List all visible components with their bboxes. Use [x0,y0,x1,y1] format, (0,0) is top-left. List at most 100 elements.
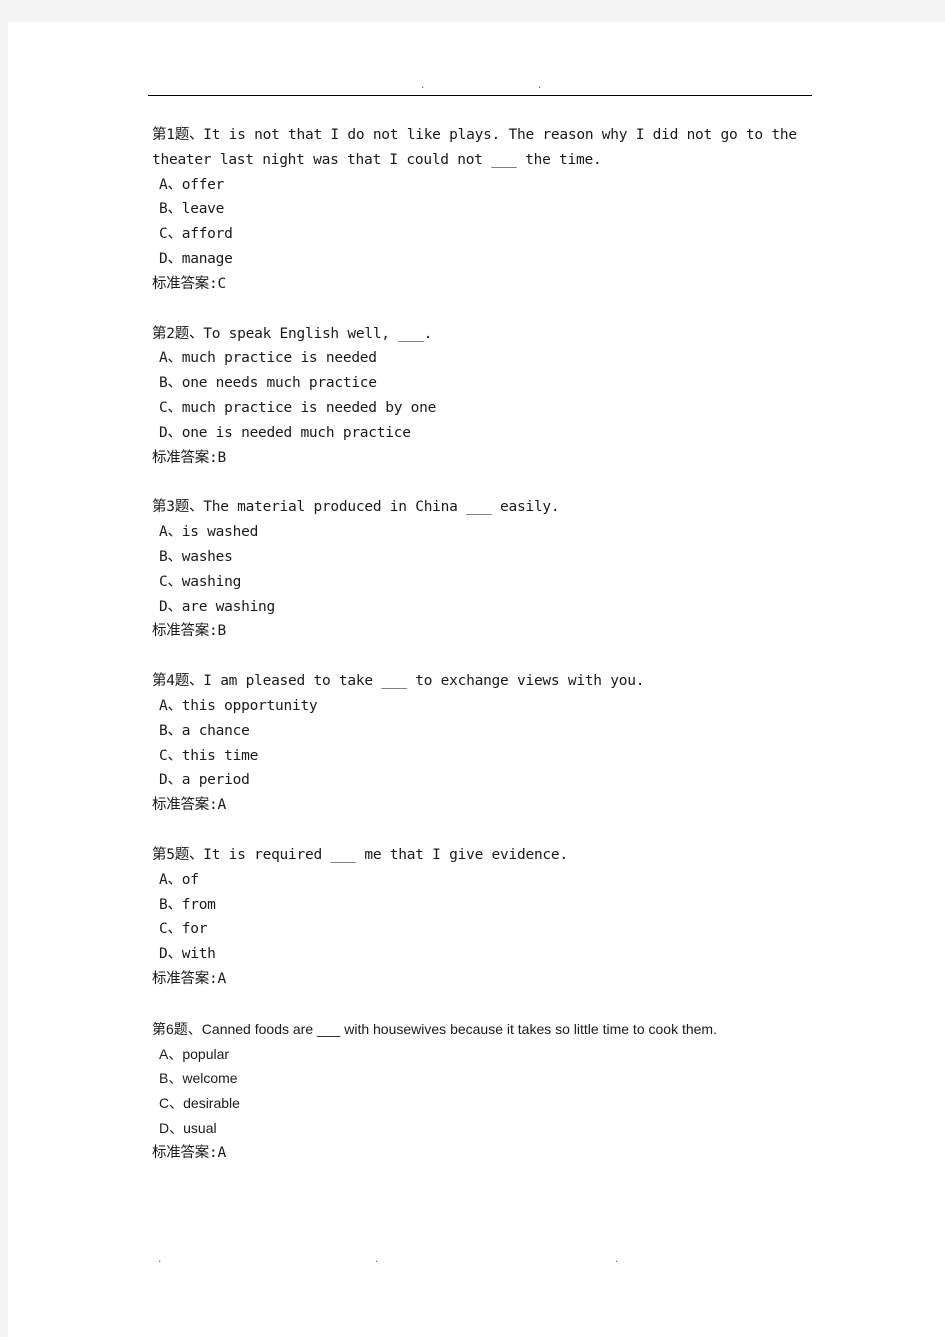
option-d: D、a period [152,768,814,793]
option-text: a chance [181,722,250,739]
option-text: one is needed much practice [181,424,411,441]
footer-mark: . [374,1255,380,1265]
option-letter: B、 [159,896,182,913]
option-b: B、welcome [152,1066,814,1091]
option-letter: A、 [159,1045,183,1062]
option-text: from [181,896,216,913]
option-text: welcome [182,1070,238,1087]
option-letter: B、 [159,722,182,739]
option-letter: A、 [159,524,182,541]
option-text: leave [181,201,225,218]
option-letter: D、 [159,250,182,267]
option-letter: A、 [159,176,182,193]
option-text: washing [181,573,242,590]
question-text: It is required ___ me that I give eviden… [203,846,568,863]
option-a: A、is washed [152,520,814,545]
option-letter: C、 [159,1095,184,1112]
option-text: this time [181,747,259,764]
option-d: D、manage [152,247,814,272]
question-number: 第5题、 [152,846,204,863]
question-text: The material produced in China ___ easil… [203,499,560,516]
option-a: A、much practice is needed [152,346,814,371]
option-text: washes [181,548,233,565]
question-stem: 第3题、The material produced in China ___ e… [152,495,814,520]
option-letter: C、 [159,747,182,764]
standard-answer: 标准答案:C [152,275,226,292]
option-b: B、leave [152,197,814,222]
header-rule [148,95,812,96]
option-b: B、a chance [152,719,814,744]
option-d: D、with [152,942,814,967]
question-text: Canned foods are ___ with housewives bec… [201,1020,717,1037]
option-letter: D、 [159,1119,184,1136]
option-text: afford [181,226,233,243]
header-mark: . [420,81,426,91]
standard-answer: 标准答案:A [152,970,226,987]
option-letter: C、 [159,573,182,590]
option-letter: C、 [159,921,182,938]
question-item: 第1题、It is not that I do not like plays. … [152,123,814,297]
question-item: 第6题、Canned foods are ___ with housewives… [152,1017,814,1166]
question-stem: 第2题、To speak English well, ___. [152,322,814,347]
question-item: 第4题、I am pleased to take ___ to exchange… [152,669,814,818]
question-stem: 第6题、Canned foods are ___ with housewives… [152,1017,814,1042]
option-letter: D、 [159,598,182,615]
option-text: much practice is needed by one [181,399,437,416]
option-a: A、offer [152,173,814,198]
option-text: a period [181,772,250,789]
option-c: C、desirable [152,1091,814,1116]
option-text: manage [181,250,233,267]
option-a: A、of [152,868,814,893]
option-text: offer [181,176,225,193]
standard-answer: 标准答案:A [152,797,226,814]
question-number: 第6题、 [152,1020,202,1037]
option-text: usual [183,1119,217,1136]
option-text: of [181,871,199,888]
question-text: It is not that I do not like plays. The … [152,127,797,168]
option-d: D、are washing [152,595,814,620]
standard-answer: 标准答案:B [152,449,226,466]
option-a: A、popular [152,1042,814,1067]
option-a: A、this opportunity [152,694,814,719]
option-letter: B、 [159,375,182,392]
option-letter: B、 [159,548,182,565]
option-text: with [181,946,216,963]
option-text: much practice is needed [181,350,377,367]
question-item: 第3题、The material produced in China ___ e… [152,495,814,644]
question-stem: 第4题、I am pleased to take ___ to exchange… [152,669,814,694]
option-c: C、for [152,917,814,942]
option-letter: C、 [159,399,182,416]
option-text: this opportunity [181,697,318,714]
question-stem: 第1题、It is not that I do not like plays. … [152,123,814,173]
option-letter: C、 [159,226,182,243]
option-d: D、usual [152,1116,814,1141]
option-text: is washed [181,524,259,541]
question-number: 第1题、 [152,127,204,143]
question-text: I am pleased to take ___ to exchange vie… [203,673,645,690]
option-b: B、one needs much practice [152,371,814,396]
question-stem: 第5题、It is required ___ me that I give ev… [152,843,814,868]
header-mark: . [537,81,543,91]
option-letter: A、 [159,350,182,367]
question-list: 第1题、It is not that I do not like plays. … [152,123,814,1190]
option-c: C、afford [152,222,814,247]
option-d: D、one is needed much practice [152,421,814,446]
option-letter: B、 [159,1070,183,1087]
option-c: C、washing [152,570,814,595]
option-letter: B、 [159,201,182,218]
option-text: one needs much practice [181,375,377,392]
option-b: B、washes [152,545,814,570]
option-letter: D、 [159,946,182,963]
option-c: C、much practice is needed by one [152,396,814,421]
option-letter: A、 [159,871,182,888]
standard-answer: 标准答案:A [152,1144,226,1161]
question-number: 第2题、 [152,325,204,342]
option-letter: D、 [159,424,182,441]
option-text: desirable [183,1095,240,1112]
standard-answer: 标准答案:B [152,623,226,640]
question-number: 第3题、 [152,499,204,516]
question-item: 第2题、To speak English well, ___. A、much p… [152,322,814,471]
question-item: 第5题、It is required ___ me that I give ev… [152,843,814,992]
option-text: for [181,921,208,938]
footer-mark: . [614,1255,620,1265]
